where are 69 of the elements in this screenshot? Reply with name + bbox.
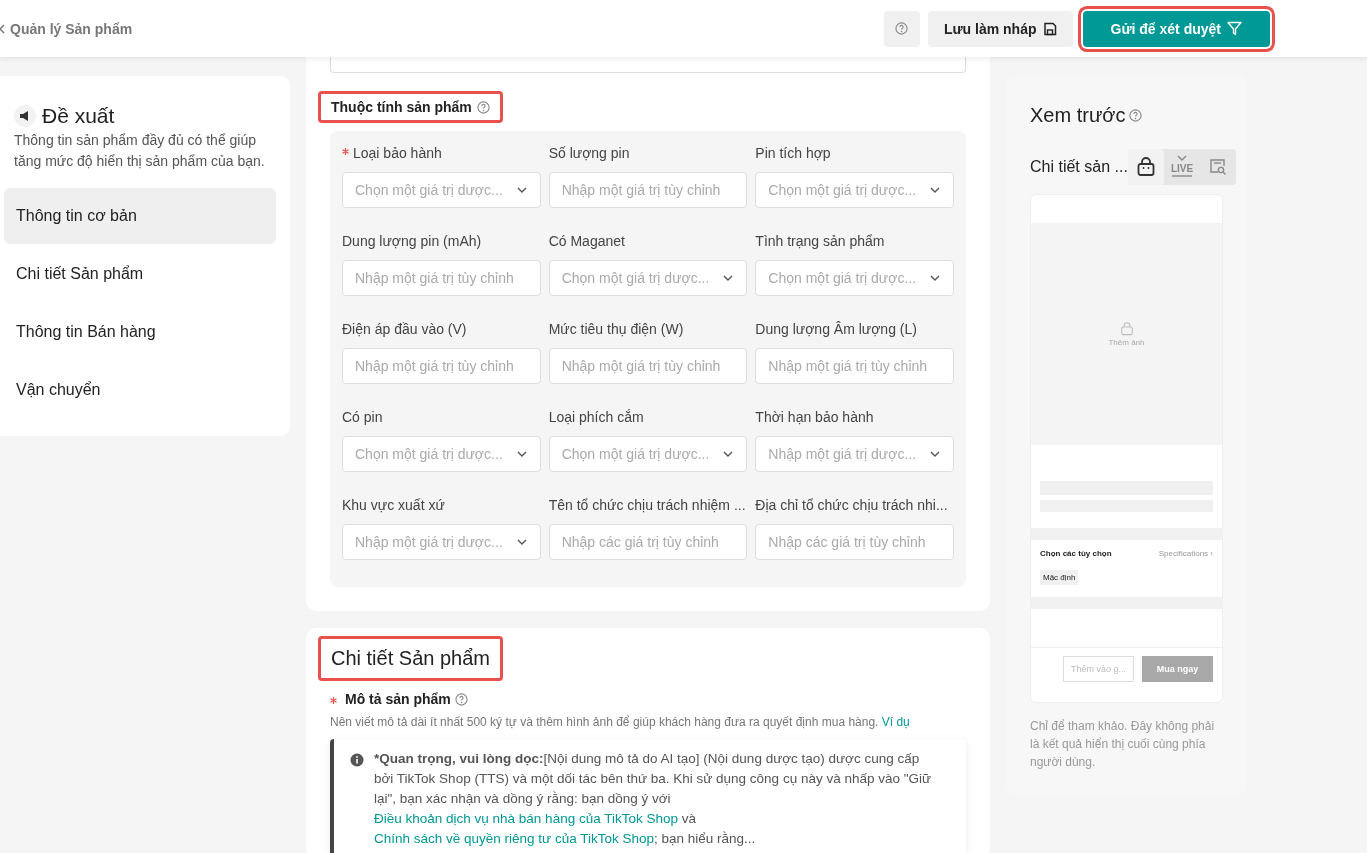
sidebar-description: Thông tin sản phẩm đầy đủ có thể giúp tăng mức độ hiển thị sản phẩm của bạn. bbox=[13, 131, 266, 171]
add-to-cart-button[interactable]: Thêm vào g... bbox=[1063, 656, 1134, 682]
buy-now-button[interactable]: Mua ngay bbox=[1142, 656, 1213, 682]
field-label: Thời hạn bảo hành bbox=[755, 409, 874, 425]
sidebar-item[interactable]: Chi tiết Sản phẩm bbox=[4, 246, 276, 302]
specifications-link[interactable]: Specifications › bbox=[1158, 549, 1213, 558]
policy-link[interactable]: Chính sách về quyền riêng tư của TikTok Shop bbox=[374, 831, 654, 846]
help-icon bbox=[895, 22, 909, 35]
field-label: Tình trạng sản phẩm bbox=[755, 233, 885, 249]
section-title: Chi tiết Sản phẩm bbox=[318, 636, 503, 681]
field-label: Số lượng pin bbox=[548, 145, 630, 161]
preview-note: Chỉ để tham khảo. Đây không phải là kết quả hiển thị cuối cùng phía người dùng. bbox=[1030, 718, 1216, 771]
help-button[interactable] bbox=[883, 10, 920, 47]
info-icon bbox=[350, 753, 364, 767]
megaphone-icon bbox=[14, 105, 36, 127]
help-icon bbox=[476, 100, 490, 114]
field-label: Loại phích cắm bbox=[548, 409, 644, 425]
select-field[interactable]: Chọn một giá trị dược... bbox=[342, 436, 541, 472]
field-label: Dung lượng Âm lượng (L) bbox=[755, 321, 917, 337]
shopping-bag-icon bbox=[1135, 157, 1156, 177]
help-icon bbox=[1129, 109, 1143, 122]
input-field[interactable]: Nhập một giá trị tùy chỉnh bbox=[342, 348, 541, 384]
section-title: Thuộc tính sản phẩm bbox=[318, 91, 503, 123]
select-field[interactable]: Chọn một giá trị dược... bbox=[548, 436, 748, 472]
sidebar-item[interactable]: Thông tin cơ bản bbox=[4, 188, 276, 244]
sidebar-item[interactable]: Vận chuyển bbox=[4, 362, 276, 418]
preview-title: Xem trước bbox=[1030, 104, 1126, 127]
input-field[interactable]: Nhập một giá trị tùy chỉnh bbox=[548, 348, 748, 384]
brand-select-field[interactable] bbox=[330, 57, 966, 73]
breadcrumb-link[interactable]: Quản lý Sản phẩm bbox=[10, 20, 133, 37]
field-label: Pin tích hợp bbox=[755, 145, 831, 161]
field-label: Điện áp đầu vào (V) bbox=[342, 321, 467, 337]
preview-tab[interactable] bbox=[1127, 149, 1164, 185]
add-image-label: Thêm ảnh bbox=[1108, 337, 1145, 347]
preview-subtitle: Chi tiết sản ... bbox=[1030, 158, 1128, 176]
field-label: Mức tiêu thụ điện (W) bbox=[548, 321, 684, 337]
notice-text: *Quan trọng, vui lòng dọc:[Nội dung mô tả do AI tạo] (Nội dung dược tạo) dược cung cấp bởi TikTok Shop (TTS) và một dối tác bên thứ ba. Khi sử dụng công cụ này và nhấp vào "Giữ lại", bạn xác nhận và dồng ý rằng: bạn dồng ý với Điều khoản dịch vụ nhà bán hàng của TikTok Shop và Chính sách về quyền riêng tư của TikTok Shop; bạn hiểu rằng... bbox=[374, 750, 933, 848]
policy-link[interactable]: Điều khoản dịch vụ nhà bán hàng của TikTok Shop bbox=[374, 811, 678, 826]
options-label: Chọn các tùy chọn bbox=[1040, 549, 1112, 558]
help-icon bbox=[454, 692, 468, 706]
select-field[interactable]: Chọn một giá trị dược... bbox=[755, 172, 954, 208]
select-field[interactable]: Nhập một giá trị dược... bbox=[755, 436, 954, 472]
save-icon bbox=[1042, 21, 1057, 36]
input-field[interactable]: Nhập các giá trị tùy chỉnh bbox=[548, 524, 748, 560]
option-chip[interactable]: Mặc định bbox=[1040, 570, 1079, 585]
input-field[interactable]: Nhập một giá trị tùy chỉnh bbox=[342, 260, 541, 296]
field-label: Có Maganet bbox=[548, 233, 625, 249]
sidebar-title: Đề xuất bbox=[42, 104, 115, 128]
example-link[interactable]: Ví dụ bbox=[881, 715, 910, 729]
select-field[interactable]: Nhập một giá trị dược... bbox=[342, 524, 541, 560]
field-label: Địa chỉ tổ chức chịu trách nhi... bbox=[755, 497, 948, 513]
field-label: Dung lượng pin (mAh) bbox=[342, 233, 482, 249]
field-label: Có pin bbox=[342, 409, 383, 425]
input-field[interactable]: Nhập một giá trị tùy chỉnh bbox=[755, 348, 954, 384]
field-label: Mô tả sản phẩm bbox=[345, 691, 451, 707]
hint-text: Nên viết mô tả dài ít nhất 500 ký tự và thêm hình ảnh để giúp khách hàng đưa ra quyết định mua hàng. Ví dụ bbox=[330, 715, 911, 729]
sidebar-item[interactable]: Thông tin Bán hàng bbox=[4, 304, 276, 360]
select-field[interactable]: Chọn một giá trị dược... bbox=[755, 260, 954, 296]
back-chevron-icon[interactable] bbox=[0, 23, 6, 34]
field-label: Loại bảo hành bbox=[353, 145, 442, 161]
field-label: Tên tổ chức chịu trách nhiệm ... bbox=[548, 497, 746, 513]
image-placeholder-icon bbox=[1119, 321, 1134, 336]
select-field[interactable]: Chọn một giá trị dược... bbox=[548, 260, 748, 296]
input-field[interactable]: Nhập các giá trị tùy chỉnh bbox=[755, 524, 954, 560]
input-field[interactable]: Nhập một giá trị tùy chỉnh bbox=[548, 172, 748, 208]
search-page-icon bbox=[1208, 158, 1227, 176]
field-label: Khu vực xuất xứ bbox=[342, 497, 445, 513]
save-draft-button[interactable]: Lưu làm nháp bbox=[927, 10, 1073, 47]
select-field[interactable]: Chọn một giá trị dược... bbox=[342, 172, 541, 208]
